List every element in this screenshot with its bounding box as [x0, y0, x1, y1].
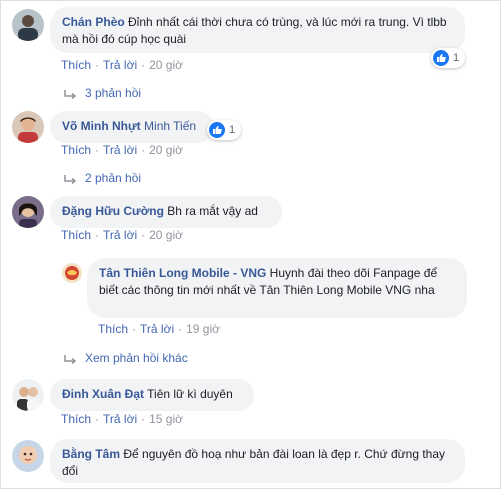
- comment-author[interactable]: Đinh Xuân Đạt: [62, 387, 144, 401]
- comment-actions: Thích · Trả lời · 15 giờ: [61, 412, 183, 426]
- comment-text: Để nguyên đồ hoạ như bản đài loan là đẹp…: [62, 447, 446, 478]
- comment-time[interactable]: 20 giờ: [149, 58, 183, 72]
- avatar[interactable]: [12, 196, 44, 228]
- like-icon: [209, 122, 225, 138]
- more-replies-label[interactable]: Xem phản hồi khác: [85, 351, 188, 365]
- reply-link[interactable]: Trả lời: [140, 322, 174, 336]
- reaction-count: 1: [229, 124, 236, 136]
- reaction-badge[interactable]: 1: [431, 48, 466, 68]
- comment-actions: Thích · Trả lời · 20 giờ: [61, 58, 183, 72]
- like-link[interactable]: Thích: [61, 58, 91, 72]
- comment-author[interactable]: Đặng Hữu Cường: [62, 204, 164, 218]
- comment-text: Tiên lữ kì duyên: [147, 387, 233, 401]
- replies-count[interactable]: 2 phản hồi: [85, 171, 141, 185]
- reply-link[interactable]: Trả lời: [103, 228, 137, 242]
- comment-author[interactable]: Võ Minh Nhựt: [62, 119, 141, 133]
- comment-actions: Thích · Trả lời · 20 giờ: [61, 228, 183, 242]
- reply-link[interactable]: Trả lời: [103, 412, 137, 426]
- avatar[interactable]: [12, 440, 44, 472]
- reply-link[interactable]: Trả lời: [103, 58, 137, 72]
- page-avatar[interactable]: [62, 263, 82, 283]
- comment-author[interactable]: Bằng Tâm: [62, 447, 120, 461]
- reaction-count: 1: [453, 52, 460, 64]
- avatar[interactable]: [12, 379, 44, 411]
- reply-time[interactable]: 19 giờ: [186, 322, 220, 336]
- view-more-replies-link[interactable]: Xem phản hồi khác: [63, 351, 188, 365]
- like-icon: [433, 50, 449, 66]
- view-replies-link[interactable]: 2 phản hồi: [63, 171, 141, 185]
- reply-link[interactable]: Trả lời: [103, 143, 137, 157]
- reply-author[interactable]: Tân Thiên Long Mobile - VNG: [99, 266, 266, 280]
- mentioned-user[interactable]: Minh Tiến: [144, 119, 196, 133]
- comment-bubble: Bằng Tâm Để nguyên đồ hoạ như bản đài lo…: [50, 439, 465, 483]
- comment-time[interactable]: 20 giờ: [149, 228, 183, 242]
- reply-actions: Thích · Trả lời · 19 giờ: [98, 322, 220, 336]
- like-link[interactable]: Thích: [61, 228, 91, 242]
- comment-author[interactable]: Chán Phèo: [62, 15, 125, 29]
- reply-arrow-icon: [63, 174, 77, 184]
- comment-text: Bh ra mắt vậy ad: [167, 204, 258, 218]
- replies-count[interactable]: 3 phản hồi: [85, 86, 141, 100]
- view-replies-link[interactable]: 3 phản hồi: [63, 86, 141, 100]
- comments-panel: Chán Phèo Đỉnh nhất cái thời chưa có trù…: [0, 0, 501, 489]
- reaction-badge[interactable]: 1: [207, 120, 242, 140]
- reply-arrow-icon: [63, 354, 77, 364]
- comment-bubble: Đinh Xuân Đạt Tiên lữ kì duyên: [50, 379, 254, 411]
- like-link[interactable]: Thích: [61, 143, 91, 157]
- comment-bubble: Đặng Hữu Cường Bh ra mắt vậy ad: [50, 196, 282, 228]
- reply-arrow-icon: [63, 89, 77, 99]
- reply-bubble: Tân Thiên Long Mobile - VNG Huynh đài th…: [87, 258, 467, 318]
- comment-time[interactable]: 15 giờ: [149, 412, 183, 426]
- comment-bubble: Chán Phèo Đỉnh nhất cái thời chưa có trù…: [50, 7, 465, 53]
- avatar[interactable]: [12, 9, 44, 41]
- like-link[interactable]: Thích: [61, 412, 91, 426]
- like-link[interactable]: Thích: [98, 322, 128, 336]
- avatar[interactable]: [12, 111, 44, 143]
- comment-bubble: Võ Minh Nhựt Minh Tiến: [50, 111, 214, 143]
- comment-actions: Thích · Trả lời · 20 giờ: [61, 143, 183, 157]
- comment-time[interactable]: 20 giờ: [149, 143, 183, 157]
